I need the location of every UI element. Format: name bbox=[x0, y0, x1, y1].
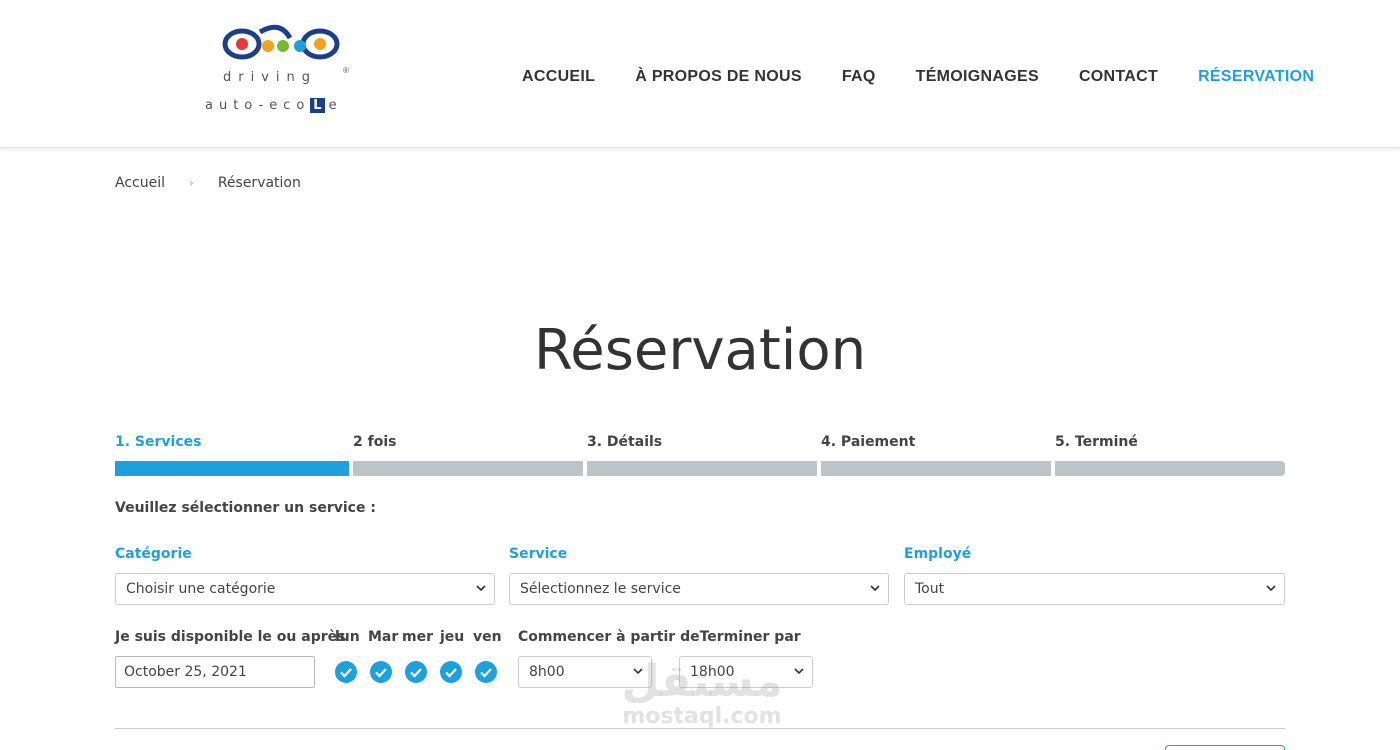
day-label-mer: mer bbox=[402, 629, 433, 645]
employee-label: Employé bbox=[904, 546, 972, 562]
day-checkbox-lun[interactable] bbox=[335, 661, 357, 683]
employee-select-value: Tout bbox=[915, 581, 945, 597]
checkmark-icon bbox=[410, 668, 422, 678]
checkmark-icon bbox=[340, 668, 352, 678]
step-services[interactable]: 1. Services bbox=[115, 434, 349, 478]
end-time-value: 18h00 bbox=[690, 664, 735, 680]
nav-item-a-propos[interactable]: À PROPOS DE NOUS bbox=[635, 68, 802, 92]
day-label-ven: ven bbox=[473, 629, 502, 645]
day-label-jeu: jeu bbox=[440, 629, 465, 645]
step-label: 5. Terminé bbox=[1055, 434, 1138, 450]
employee-select[interactable]: Tout bbox=[904, 573, 1285, 605]
day-checkbox-jeu[interactable] bbox=[440, 661, 462, 683]
chevron-down-icon bbox=[870, 585, 880, 592]
breadcrumb-current: Réservation bbox=[217, 175, 301, 191]
step-progress-bar bbox=[353, 461, 583, 476]
nav-item-contact[interactable]: CONTACT bbox=[1079, 68, 1158, 92]
step-details[interactable]: 3. Détails bbox=[587, 434, 817, 478]
logo-driving-text: driving bbox=[223, 70, 318, 85]
nav-item-faq[interactable]: FAQ bbox=[842, 68, 876, 92]
step-progress-bar bbox=[1055, 461, 1285, 476]
chevron-down-icon bbox=[1266, 585, 1276, 592]
nav-item-temoignages[interactable]: TÉMOIGNAGES bbox=[916, 68, 1039, 92]
chevron-down-icon bbox=[633, 668, 643, 675]
step-progress-bar bbox=[587, 461, 817, 476]
booking-steps: 1. Services 2 fois 3. Détails 4. Paiemen… bbox=[115, 434, 1285, 478]
form-divider bbox=[115, 728, 1285, 729]
service-prompt: Veuillez sélectionner un service : bbox=[115, 500, 376, 516]
category-select-value: Choisir une catégorie bbox=[126, 581, 276, 597]
logo-circles-icon bbox=[222, 24, 340, 60]
checkmark-icon bbox=[375, 668, 387, 678]
brand-logo[interactable]: driving ® auto-eco Le bbox=[205, 22, 365, 122]
service-select[interactable]: Sélectionnez le service bbox=[509, 573, 889, 605]
end-time-label-text: Terminer par bbox=[699, 629, 801, 645]
breadcrumb: Accueil › Réservation bbox=[115, 175, 301, 191]
step-label: 4. Paiement bbox=[821, 434, 916, 450]
day-label-mar: Mar bbox=[368, 629, 399, 645]
nav-item-accueil[interactable]: ACCUEIL bbox=[522, 68, 595, 92]
checkmark-icon bbox=[480, 668, 492, 678]
breadcrumb-separator-icon: › bbox=[189, 176, 194, 190]
checkmark-icon bbox=[445, 668, 457, 678]
breadcrumb-home-link[interactable]: Accueil bbox=[115, 175, 165, 191]
page-title: Réservation bbox=[533, 318, 867, 383]
step-payment[interactable]: 4. Paiement bbox=[821, 434, 1051, 478]
end-time-select[interactable]: 18h00 bbox=[679, 656, 813, 688]
chevron-down-icon bbox=[794, 668, 804, 675]
step-label: 3. Détails bbox=[587, 434, 663, 450]
step-time[interactable]: 2 fois bbox=[353, 434, 583, 478]
start-time-label: Commencer à partir deTerminer par bbox=[518, 629, 801, 645]
start-time-label-text: Commencer à partir de bbox=[518, 629, 700, 645]
availability-label: Je suis disponible le ou après bbox=[115, 629, 346, 645]
category-label: Catégorie bbox=[115, 546, 192, 562]
day-checkbox-mar[interactable] bbox=[370, 661, 392, 683]
step-label: 1. Services bbox=[115, 434, 202, 450]
logo-registered-mark: ® bbox=[343, 66, 349, 75]
start-time-select[interactable]: 8h00 bbox=[518, 656, 652, 688]
site-header: driving ® auto-eco Le ACCUEIL À PROPOS DE… bbox=[0, 0, 1400, 148]
step-progress-bar bbox=[821, 461, 1051, 476]
service-select-value: Sélectionnez le service bbox=[520, 581, 681, 597]
logo-l-box: L bbox=[310, 98, 325, 113]
next-button[interactable] bbox=[1165, 745, 1285, 750]
service-label: Service bbox=[509, 546, 568, 562]
step-label: 2 fois bbox=[353, 434, 397, 450]
day-checkbox-ven[interactable] bbox=[475, 661, 497, 683]
category-select[interactable]: Choisir une catégorie bbox=[115, 573, 495, 605]
logo-auto-ecole-prefix: auto-eco bbox=[205, 98, 311, 113]
start-time-value: 8h00 bbox=[529, 664, 565, 680]
logo-auto-ecole-suffix: e bbox=[328, 98, 343, 113]
day-checkbox-mer[interactable] bbox=[405, 661, 427, 683]
main-nav: ACCUEIL À PROPOS DE NOUS FAQ TÉMOIGNAGES… bbox=[522, 68, 1314, 92]
day-label-lun: lun bbox=[335, 629, 360, 645]
nav-item-reservation[interactable]: RÉSERVATION bbox=[1198, 68, 1314, 92]
date-input[interactable]: October 25, 2021 bbox=[115, 656, 315, 688]
watermark-latin: mostaql.com bbox=[622, 704, 782, 729]
step-done[interactable]: 5. Terminé bbox=[1055, 434, 1285, 478]
step-progress-bar bbox=[115, 461, 349, 476]
chevron-down-icon bbox=[476, 585, 486, 592]
logo-auto-ecole-text: auto-eco Le bbox=[205, 98, 343, 113]
